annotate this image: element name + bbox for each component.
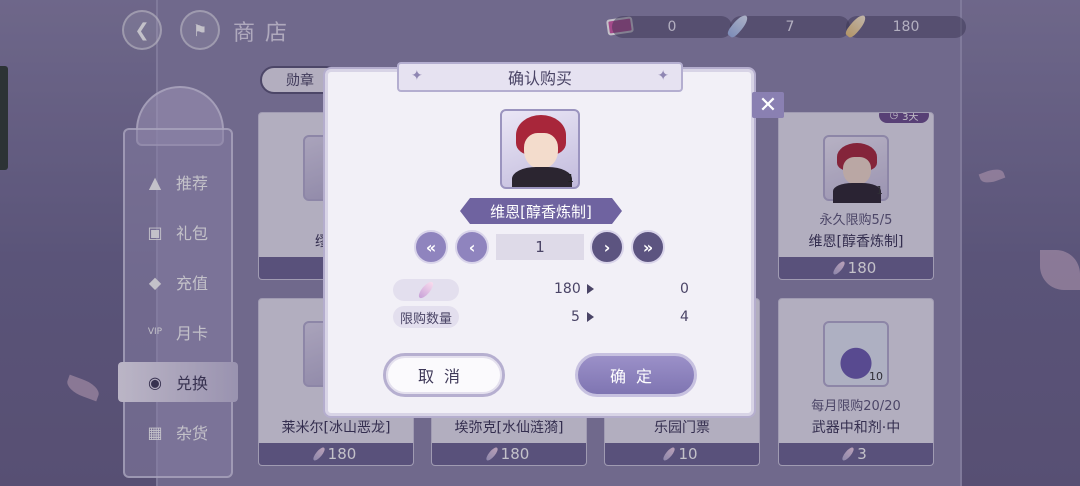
- quantity-field[interactable]: 1: [496, 234, 584, 260]
- limit-before: 5: [571, 309, 580, 325]
- feather-icon: [416, 279, 436, 301]
- dialog-title: ✦ 确认购买 ✦: [397, 62, 683, 92]
- item-quantity: 1: [567, 172, 574, 185]
- limit-label-text: 限购数量: [399, 311, 452, 327]
- item-name-ribbon: 维恩[醇香炼制]: [460, 198, 622, 224]
- increase-max-button[interactable]: »: [631, 230, 665, 264]
- confirm-button[interactable]: 确定: [575, 353, 697, 397]
- item-name: 维恩[醇香炼制]: [490, 202, 592, 221]
- limit-after: 4: [680, 309, 689, 325]
- sparkle-icon: ✦: [411, 68, 423, 84]
- confirm-label: 确定: [609, 367, 662, 386]
- increase-button[interactable]: ›: [590, 230, 624, 264]
- decrease-button[interactable]: ‹: [455, 230, 489, 264]
- cost-after: 0: [680, 281, 689, 297]
- limit-label: 限购数量: [393, 306, 459, 328]
- quantity-value: 1: [535, 238, 545, 256]
- sparkle-icon: ✦: [657, 68, 669, 84]
- cancel-button[interactable]: 取消: [383, 353, 505, 397]
- cost-label: [393, 279, 459, 301]
- cost-before: 180: [554, 281, 581, 297]
- close-icon[interactable]: ✕: [752, 92, 784, 118]
- item-portrait: 1: [500, 109, 580, 189]
- arrow-right-icon: [587, 284, 594, 294]
- decrease-max-button[interactable]: «: [414, 230, 448, 264]
- dialog-title-text: 确认购买: [507, 69, 572, 88]
- arrow-right-icon: [587, 312, 594, 322]
- cancel-label: 取消: [417, 367, 470, 386]
